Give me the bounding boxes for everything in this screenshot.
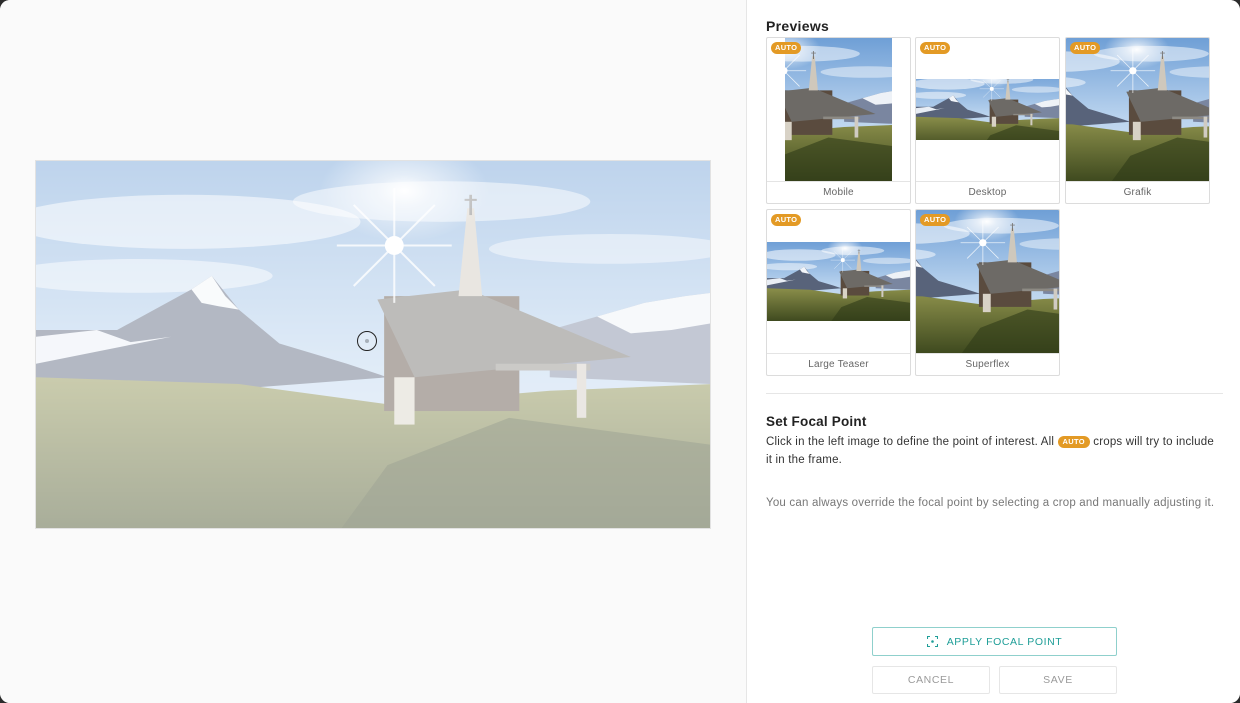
preview-label: Superflex [916, 353, 1059, 375]
focal-point-marker[interactable] [357, 331, 377, 351]
auto-badge-inline: AUTO [1057, 436, 1090, 448]
preview-tile-large-teaser[interactable]: AUTO Large Teaser [766, 209, 911, 376]
preview-thumbnail [767, 242, 910, 321]
focal-point-heading: Set Focal Point [766, 414, 867, 429]
auto-badge: AUTO [771, 42, 802, 54]
previews-title: Previews [766, 18, 830, 34]
auto-badge: AUTO [771, 214, 802, 226]
preview-tile-grafik[interactable]: AUTO Grafik [1065, 37, 1210, 204]
focal-point-editor-window: Previews AUTO Mobile AUTO Desktop AUTO G… [0, 0, 1240, 703]
preview-thumbnail-area [916, 38, 1059, 181]
auto-badge: AUTO [920, 214, 951, 226]
preview-thumbnail-area [767, 210, 910, 353]
preview-label: Mobile [767, 181, 910, 203]
preview-thumbnail-area [1066, 38, 1209, 181]
section-divider [766, 393, 1223, 394]
preview-thumbnail [916, 210, 1059, 353]
preview-thumbnail-graphic [916, 210, 1059, 353]
preview-label: Large Teaser [767, 353, 910, 375]
preview-tile-mobile[interactable]: AUTO Mobile [766, 37, 911, 204]
focus-target-icon [926, 636, 938, 647]
description-text: Click in the left image to define the po… [766, 436, 1058, 448]
preview-thumbnail-graphic [767, 242, 910, 321]
save-button[interactable]: SAVE [999, 666, 1117, 694]
preview-thumbnail [916, 79, 1059, 140]
preview-tile-superflex[interactable]: AUTO Superflex [915, 209, 1060, 376]
auto-badge: AUTO [1070, 42, 1101, 54]
preview-thumbnail-area [767, 38, 910, 181]
preview-label: Grafik [1066, 181, 1209, 203]
apply-focal-point-button[interactable]: APPLY FOCAL POINT [872, 627, 1117, 656]
apply-focal-point-label: APPLY FOCAL POINT [946, 635, 1063, 648]
preview-thumbnail-graphic [1066, 38, 1209, 181]
preview-thumbnail-graphic [916, 79, 1059, 140]
preview-label: Desktop [916, 181, 1059, 203]
cancel-button[interactable]: CANCEL [872, 666, 990, 694]
image-editor-area [0, 0, 746, 703]
preview-thumbnail-graphic [785, 38, 892, 181]
preview-thumbnail-area [916, 210, 1059, 353]
focal-point-description: Click in the left image to define the po… [766, 433, 1216, 469]
preview-thumbnail [785, 38, 892, 181]
preview-tile-desktop[interactable]: AUTO Desktop [915, 37, 1060, 204]
previews-panel: Previews AUTO Mobile AUTO Desktop AUTO G… [746, 0, 1240, 703]
focal-point-note: You can always override the focal point … [766, 497, 1215, 509]
preview-thumbnail [1066, 38, 1209, 181]
auto-badge: AUTO [920, 42, 951, 54]
